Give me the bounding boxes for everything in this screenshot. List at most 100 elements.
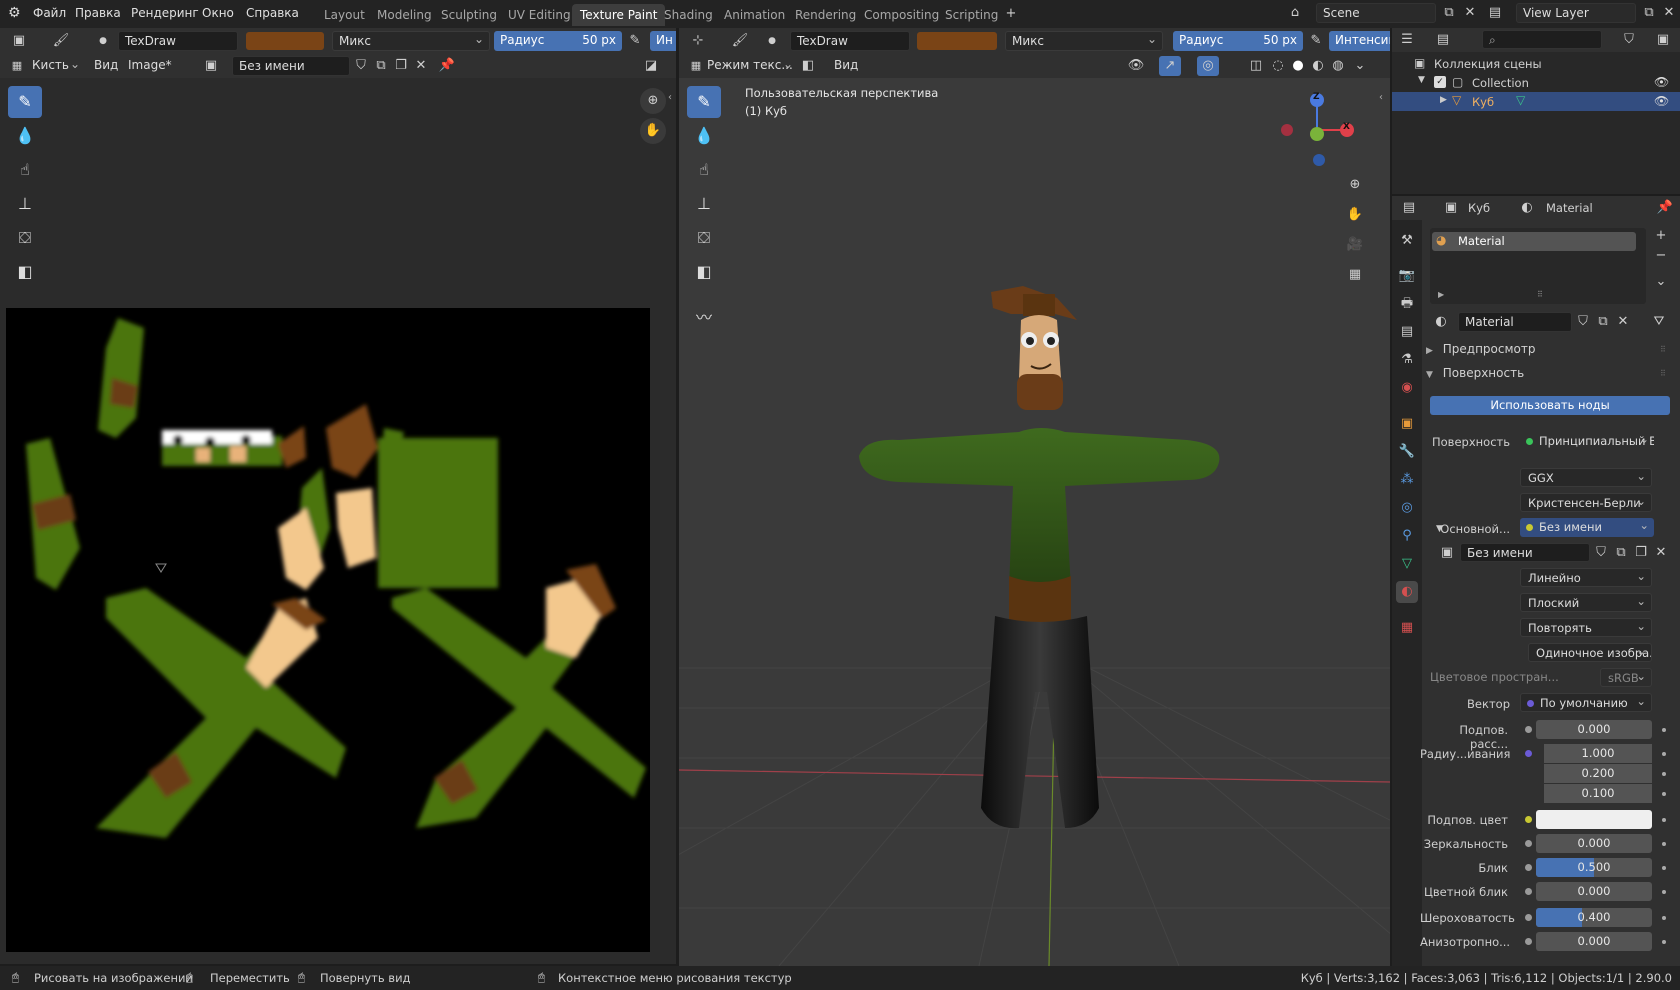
image-name-field[interactable]: Без имени (232, 56, 350, 76)
viewport-smear-tool-icon[interactable]: ☝ (687, 154, 721, 186)
viewport-blend-mode-dropdown[interactable]: Микс (1005, 31, 1163, 51)
tab-rendering[interactable]: Rendering (787, 4, 864, 26)
strength-slider[interactable]: Ин (650, 31, 676, 51)
viewport-annotate-tool-icon[interactable]: 〰 (687, 302, 721, 334)
remove-slot-icon[interactable]: − (1650, 246, 1672, 266)
link-type-icon[interactable]: ⛛ (1648, 312, 1670, 332)
collection-checkbox[interactable]: ✓ (1434, 76, 1446, 88)
menu-help[interactable]: Справка (246, 6, 299, 20)
viewport-view-menu[interactable]: Вид (834, 58, 858, 72)
shader-input-field[interactable] (1536, 810, 1652, 829)
socket-icon[interactable] (1525, 816, 1532, 823)
brush-name-field[interactable]: TexDraw (118, 31, 238, 51)
scene-tab-icon[interactable]: ⚗ (1396, 349, 1418, 371)
texture-tab-icon[interactable]: ▦ (1396, 617, 1418, 639)
panel-drag-handle[interactable]: ⠿ (1660, 345, 1666, 354)
tab-layout[interactable]: Layout (316, 4, 373, 26)
radius-slider[interactable]: Радиус 50 px (494, 31, 622, 51)
material-context-icon[interactable]: ◐ (1516, 198, 1538, 218)
render-tab-icon[interactable]: 📷 (1396, 265, 1418, 287)
tab-uv-editing[interactable]: UV Editing (500, 4, 579, 26)
shader-input-field[interactable]: 0.400 (1536, 908, 1652, 927)
xray-toggle-icon[interactable]: ◫ (1245, 56, 1267, 76)
pan-hand-icon[interactable]: ✋ (640, 118, 666, 144)
use-nodes-button[interactable]: Использовать ноды (1430, 396, 1670, 415)
view-layer-field[interactable]: View Layer (1516, 3, 1636, 23)
mode-selector[interactable]: Режим текс... (707, 58, 793, 72)
smear-tool-icon[interactable]: ☝ (8, 154, 42, 186)
shader-input-field[interactable]: 1.000 (1544, 744, 1652, 763)
3d-viewport[interactable]: ⊹ 🖌 ● TexDraw Микс Радиус 50 px ✎ Интенс… (679, 28, 1390, 966)
shading-wireframe-icon[interactable]: ◌ (1267, 56, 1289, 76)
unlink-material-icon[interactable]: ✕ (1612, 312, 1634, 332)
soften-tool-icon[interactable]: 💧 (8, 120, 42, 152)
brush-menu-icon[interactable]: ▦ (6, 56, 28, 76)
distribution-dropdown[interactable]: GGX (1520, 468, 1652, 487)
viewport-brush-color-swatch[interactable] (917, 32, 997, 50)
draw-tool-icon[interactable]: ✎ (8, 86, 42, 118)
particles-tab-icon[interactable]: ⁂ (1396, 469, 1418, 491)
shader-input-field[interactable]: 0.000 (1536, 932, 1652, 951)
data-tab-icon[interactable]: ▽ (1396, 553, 1418, 575)
tab-shading[interactable]: Shading (656, 4, 721, 26)
new-image-icon[interactable]: ⧉ (1610, 543, 1632, 563)
shader-input-field[interactable]: 0.000 (1536, 882, 1652, 901)
object-tab-icon[interactable]: ▣ (1396, 413, 1418, 435)
brush-icon[interactable]: 🖌 (50, 31, 72, 51)
paint-mode-icon[interactable]: ▦ (685, 56, 707, 76)
mask-tool-icon[interactable]: ◧ (8, 256, 42, 288)
constraints-tab-icon[interactable]: ⚲ (1396, 525, 1418, 547)
socket-icon[interactable] (1525, 864, 1532, 871)
outliner-editor-type-icon[interactable]: ☰ (1396, 30, 1418, 50)
menu-window[interactable]: Окно (202, 6, 234, 20)
shader-input-field[interactable]: 0.100 (1544, 784, 1652, 803)
keyframe-icon[interactable] (1662, 890, 1666, 894)
tab-texture-paint[interactable]: Texture Paint (572, 4, 666, 26)
eye-icon[interactable]: 👁 (1654, 75, 1669, 89)
fake-user-icon[interactable]: ⛉ (1590, 543, 1612, 563)
viewport-zoom-icon[interactable]: ⊕ (1342, 172, 1368, 198)
subsurface-method-dropdown[interactable]: Кристенсен-Берли (1520, 493, 1652, 512)
fill-tool-icon[interactable]: ⛋ (8, 222, 42, 254)
expand-arrow-icon[interactable]: ▼ (1418, 75, 1425, 85)
navigation-gizmo[interactable]: Z X (1279, 88, 1359, 168)
shading-rendered-icon[interactable]: ◍ (1327, 56, 1349, 76)
shader-input-field[interactable]: 0.500 (1536, 858, 1652, 877)
duplicate-material-icon[interactable]: ⧉ (1592, 312, 1614, 332)
outliner-row-cube[interactable]: ▶ ▽ Куб ▽ 👁 (1392, 92, 1680, 111)
world-tab-icon[interactable]: ◉ (1396, 377, 1418, 399)
editor-type-icon[interactable]: ▣ (8, 31, 30, 51)
projection-dropdown[interactable]: Плоский (1520, 593, 1652, 612)
viewport-strength-slider[interactable]: Интенсив (1329, 31, 1390, 51)
shader-input-field[interactable]: 0.000 (1536, 720, 1652, 739)
interpolation-dropdown[interactable]: Линейно (1520, 568, 1652, 587)
gizmo-toggle-icon[interactable]: ↗ (1159, 56, 1181, 76)
shading-material-icon[interactable]: ◐ (1307, 56, 1329, 76)
view-layer-selector-icon[interactable]: ▤ (1484, 3, 1506, 23)
open-image-icon[interactable]: ❐ (1630, 543, 1652, 563)
keyframe-icon[interactable] (1662, 818, 1666, 822)
texture-canvas[interactable] (6, 308, 650, 952)
viewport-brush-icon[interactable]: 🖌 (729, 31, 751, 51)
camera-view-icon[interactable]: 🎥 (1342, 232, 1368, 258)
keyframe-icon[interactable] (1662, 752, 1666, 756)
blend-mode-dropdown[interactable]: Микс (332, 31, 490, 51)
display-channels-icon[interactable]: ◪ (640, 56, 662, 76)
eye-icon[interactable]: 👁 (1654, 94, 1669, 108)
add-workspace-icon[interactable]: + (1000, 4, 1022, 24)
unlink-image-icon[interactable]: ✕ (410, 56, 432, 76)
viewport-region-toggle-icon[interactable]: ‹ (1379, 92, 1383, 103)
surface-shader-selector[interactable]: Принципиальный В... (1520, 432, 1654, 451)
properties-editor-type-icon[interactable]: ▤ (1398, 198, 1420, 218)
shading-solid-icon[interactable]: ● (1287, 56, 1309, 76)
viewport-brush-name-field[interactable]: TexDraw (790, 31, 910, 51)
overlay-toggle-icon[interactable]: ◎ (1197, 56, 1219, 76)
menu-render[interactable]: Рендеринг (131, 6, 199, 20)
keyframe-icon[interactable] (1662, 792, 1666, 796)
pin-icon[interactable]: 📌 (1654, 198, 1676, 218)
tab-scripting[interactable]: Scripting (937, 4, 1006, 26)
tool-tab-icon[interactable]: ⚒ (1396, 230, 1418, 252)
brush-color-swatch[interactable] (246, 32, 324, 50)
view-layer-tab-icon[interactable]: ▤ (1396, 321, 1418, 343)
object-context-icon[interactable]: ▣ (1440, 198, 1462, 218)
